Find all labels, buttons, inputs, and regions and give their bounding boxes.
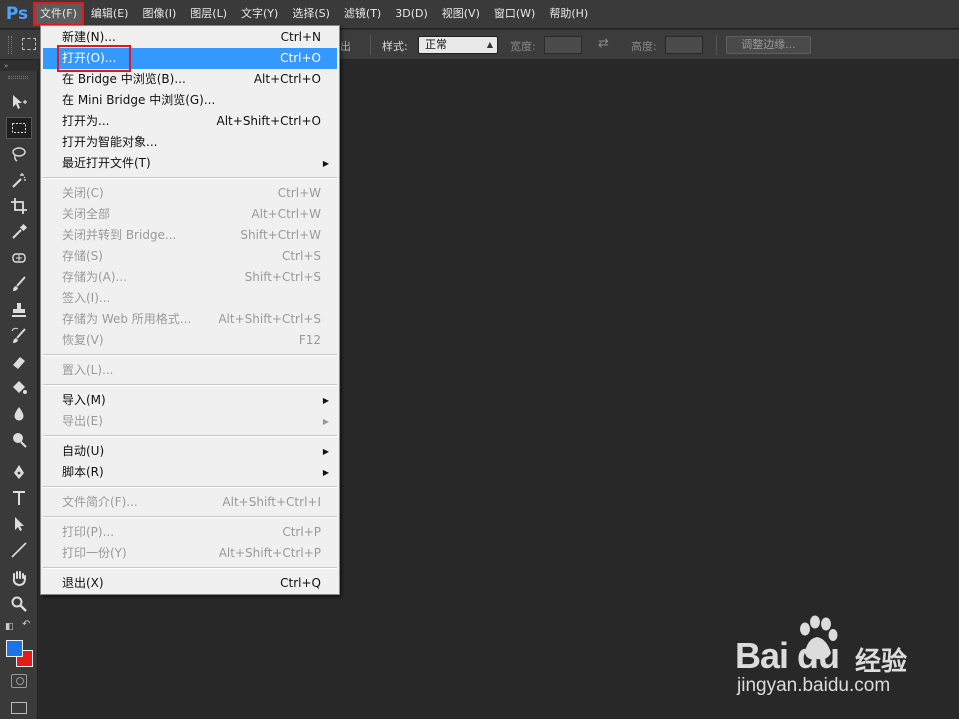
- options-partial-label: 出: [340, 40, 351, 53]
- submenu-arrow-icon: ▶: [322, 468, 329, 477]
- menu-select[interactable]: 选择(S): [286, 3, 336, 25]
- menu-item-browse-bridge[interactable]: 在 Bridge 中浏览(B)... Alt+Ctrl+O: [43, 69, 337, 90]
- options-divider: [370, 35, 371, 55]
- menu-item-browse-mini-bridge[interactable]: 在 Mini Bridge 中浏览(G)...: [43, 90, 337, 111]
- menu-item-new[interactable]: 新建(N)... Ctrl+N: [43, 27, 337, 48]
- panel-grip[interactable]: [8, 76, 28, 79]
- submenu-arrow-icon: ▶: [322, 417, 329, 426]
- menu-separator: [43, 384, 337, 386]
- menu-file[interactable]: 文件(F): [33, 2, 84, 26]
- foreground-color-swatch[interactable]: [6, 640, 23, 657]
- menu-separator: [43, 354, 337, 356]
- hand-tool-icon[interactable]: [6, 567, 32, 589]
- submenu-arrow-icon: ▶: [322, 159, 329, 168]
- menu-separator: [43, 486, 337, 488]
- baidu-watermark: Bai du 经验 jingyan.baidu.com: [735, 615, 935, 705]
- screen-mode-icon[interactable]: [11, 702, 27, 714]
- select-arrows-icon: ▲: [486, 40, 493, 49]
- rect-marquee-tool-icon[interactable]: [6, 117, 32, 139]
- menu-item-close[interactable]: 关闭(C) Ctrl+W: [43, 183, 337, 204]
- zoom-tool-icon[interactable]: [6, 593, 32, 615]
- menu-item-recent-files[interactable]: 最近打开文件(T) ▶: [43, 153, 337, 174]
- width-input[interactable]: [544, 36, 582, 54]
- menu-item-import[interactable]: 导入(M) ▶: [43, 390, 337, 411]
- menu-3d[interactable]: 3D(D): [389, 3, 434, 25]
- options-grip[interactable]: [8, 36, 12, 54]
- menu-window[interactable]: 窗口(W): [488, 3, 541, 25]
- menu-item-automate[interactable]: 自动(U) ▶: [43, 441, 337, 462]
- menu-item-print[interactable]: 打印(P)... Ctrl+P: [43, 522, 337, 543]
- dodge-tool-icon[interactable]: [6, 429, 32, 451]
- menu-edit[interactable]: 编辑(E): [85, 3, 135, 25]
- lasso-tool-icon[interactable]: [6, 143, 32, 165]
- menu-separator: [43, 567, 337, 569]
- menu-item-exit[interactable]: 退出(X) Ctrl+Q: [43, 573, 337, 594]
- menu-item-print-one-copy[interactable]: 打印一份(Y) Alt+Shift+Ctrl+P: [43, 543, 337, 564]
- magic-wand-tool-icon[interactable]: [6, 169, 32, 191]
- swap-colors-icon[interactable]: ↶: [22, 619, 30, 630]
- menu-type[interactable]: 文字(Y): [235, 3, 284, 25]
- brush-tool-icon[interactable]: [6, 273, 32, 295]
- style-select[interactable]: 正常 ▲: [418, 36, 498, 54]
- menu-separator: [43, 516, 337, 518]
- menu-item-open[interactable]: 打开(O)... Ctrl+O: [43, 45, 337, 72]
- style-label: 样式:: [382, 40, 408, 53]
- photoshop-window: Ps 文件(F) 编辑(E) 图像(I) 图层(L) 文字(Y) 选择(S) 滤…: [0, 0, 959, 719]
- menu-separator: [43, 177, 337, 179]
- swap-width-height-icon[interactable]: ⇄: [598, 36, 609, 51]
- menu-layer[interactable]: 图层(L): [184, 3, 233, 25]
- menu-item-place[interactable]: 置入(L)...: [43, 360, 337, 381]
- height-label: 高度:: [631, 40, 657, 53]
- ps-logo: Ps: [5, 4, 29, 24]
- watermark-logo-text: Bai du: [735, 635, 840, 676]
- menu-item-export[interactable]: 导出(E) ▶: [43, 411, 337, 432]
- eyedropper-tool-icon[interactable]: [6, 221, 32, 243]
- menu-item-check-in[interactable]: 签入(I)...: [43, 288, 337, 309]
- menu-item-file-info[interactable]: 文件简介(F)... Alt+Shift+Ctrl+I: [43, 492, 337, 513]
- menu-item-save[interactable]: 存储(S) Ctrl+S: [43, 246, 337, 267]
- menu-item-open-smart-object[interactable]: 打开为智能对象...: [43, 132, 337, 153]
- crop-tool-icon[interactable]: [6, 195, 32, 217]
- submenu-arrow-icon: ▶: [322, 447, 329, 456]
- file-menu-dropdown: 新建(N)... Ctrl+N 打开(O)... Ctrl+O 在 Bridge 中…: [40, 25, 340, 595]
- menu-item-revert[interactable]: 恢复(V) F12: [43, 330, 337, 351]
- style-select-value: 正常: [425, 38, 447, 51]
- width-label: 宽度:: [510, 40, 536, 53]
- blur-tool-icon[interactable]: [6, 403, 32, 425]
- path-selection-tool-icon[interactable]: [6, 513, 32, 535]
- menu-item-close-go-bridge[interactable]: 关闭并转到 Bridge... Shift+Ctrl+W: [43, 225, 337, 246]
- submenu-arrow-icon: ▶: [322, 396, 329, 405]
- menu-image[interactable]: 图像(I): [136, 3, 182, 25]
- watermark-product: 经验: [855, 647, 908, 677]
- history-brush-tool-icon[interactable]: [6, 325, 32, 347]
- move-tool-icon[interactable]: [6, 91, 32, 113]
- options-divider: [716, 35, 717, 55]
- tools-panel: » ◧ ↶: [0, 61, 38, 719]
- line-tool-icon[interactable]: [6, 539, 32, 561]
- rect-marquee-preset-icon[interactable]: [22, 38, 36, 50]
- menu-view[interactable]: 视图(V): [436, 3, 486, 25]
- eraser-tool-icon[interactable]: [6, 351, 32, 373]
- paint-bucket-tool-icon[interactable]: [6, 377, 32, 399]
- menu-item-save-as[interactable]: 存储为(A)... Shift+Ctrl+S: [43, 267, 337, 288]
- default-colors-icon[interactable]: ◧: [5, 622, 14, 632]
- type-tool-icon[interactable]: [6, 487, 32, 509]
- menu-item-scripts[interactable]: 脚本(R) ▶: [43, 462, 337, 483]
- clone-stamp-tool-icon[interactable]: [6, 299, 32, 321]
- pen-tool-icon[interactable]: [6, 461, 32, 483]
- spot-healing-tool-icon[interactable]: [6, 247, 32, 269]
- menu-separator: [43, 435, 337, 437]
- menu-item-close-all[interactable]: 关闭全部 Alt+Ctrl+W: [43, 204, 337, 225]
- height-input[interactable]: [665, 36, 703, 54]
- menu-item-open-as[interactable]: 打开为... Alt+Shift+Ctrl+O: [43, 111, 337, 132]
- refine-edge-button[interactable]: 调整边缘...: [726, 36, 811, 54]
- quick-mask-icon[interactable]: [11, 674, 27, 688]
- watermark-url: jingyan.baidu.com: [737, 675, 891, 696]
- menu-filter[interactable]: 滤镜(T): [338, 3, 387, 25]
- collapse-panel-icon[interactable]: »: [0, 61, 38, 71]
- menu-item-save-for-web[interactable]: 存储为 Web 所用格式... Alt+Shift+Ctrl+S: [43, 309, 337, 330]
- menu-help[interactable]: 帮助(H): [543, 3, 594, 25]
